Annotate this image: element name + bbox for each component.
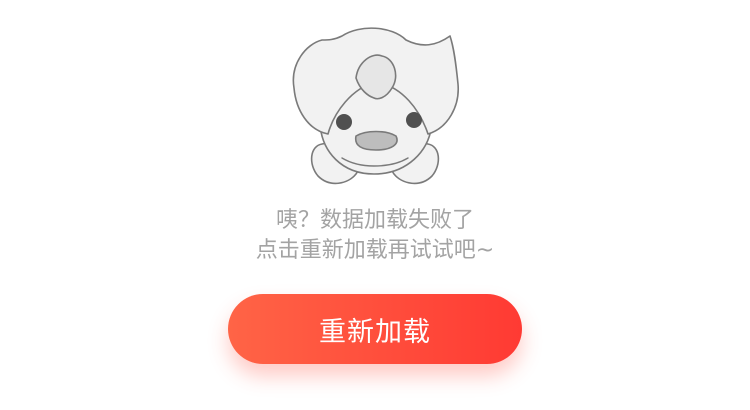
error-message: 咦？数据加载失败了 点击重新加载再试试吧~ — [0, 206, 750, 266]
load-error-page: 咦？数据加载失败了 点击重新加载再试试吧~ 重新加载 — [0, 0, 750, 410]
reload-button[interactable]: 重新加载 — [228, 294, 522, 364]
sad-mascot-icon — [292, 27, 459, 185]
error-message-line-1: 咦？数据加载失败了 — [275, 208, 474, 233]
error-message-line-2: 点击重新加载再试试吧~ — [255, 238, 495, 263]
